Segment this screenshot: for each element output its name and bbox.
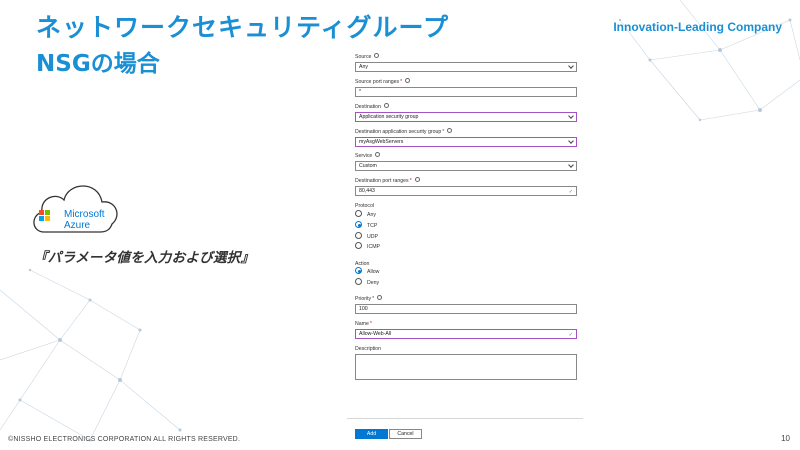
radio-button[interactable]: [355, 278, 362, 286]
name-value: Allow-Web-All: [359, 331, 392, 337]
protocol-label: Protocol: [355, 203, 375, 209]
info-icon[interactable]: [414, 177, 420, 183]
protocol-option-label: ICMP: [367, 244, 380, 250]
name-label: Name: [355, 321, 369, 327]
protocol-option-label: TCP: [367, 223, 378, 229]
service-dropdown[interactable]: Custom: [355, 161, 577, 171]
chevron-down-icon: [568, 63, 574, 69]
destination-port-ranges-field: Destination port ranges* 80,443 ✓: [355, 177, 577, 196]
source-dropdown[interactable]: Any: [355, 62, 577, 72]
azure-cloud-logo: Microsoft Azure: [26, 170, 126, 250]
destination-port-ranges-label: Destination port ranges: [355, 178, 409, 184]
radio-button-selected[interactable]: [355, 221, 362, 229]
chevron-down-icon: [568, 113, 574, 119]
destination-label: Destination: [355, 104, 381, 110]
info-icon[interactable]: [447, 128, 453, 134]
source-port-ranges-value: *: [359, 89, 362, 95]
chevron-down-icon: [568, 162, 574, 168]
radio-button[interactable]: [355, 210, 362, 218]
cancel-button[interactable]: Cancel: [389, 429, 422, 439]
slide-title-line-2: NSGの場合: [36, 51, 160, 77]
protocol-option-udp[interactable]: UDP: [355, 232, 378, 242]
protocol-option-label: Any: [367, 212, 376, 218]
chevron-down-icon: [568, 138, 574, 144]
slide-title-line-1: ネットワークセキュリティグループ: [36, 13, 450, 42]
priority-field: Priority* 100: [355, 295, 577, 314]
required-marker: *: [442, 129, 445, 135]
source-port-ranges-field: Source port ranges* *: [355, 78, 577, 97]
destination-asg-value: myAsgWebServers: [359, 139, 404, 145]
checkmark-icon: ✓: [568, 332, 573, 338]
required-marker: *: [369, 321, 372, 327]
company-tagline: Innovation-Leading Company: [613, 20, 782, 34]
priority-label: Priority: [355, 296, 372, 302]
destination-dropdown[interactable]: Application security group: [355, 112, 577, 122]
destination-asg-dropdown[interactable]: myAsgWebServers: [355, 137, 577, 147]
name-input[interactable]: Allow-Web-All ✓: [355, 329, 577, 339]
copyright-footer: ©NISSHO ELECTRONICS CORPORATION ALL RIGH…: [8, 436, 241, 443]
protocol-field: Protocol: [355, 203, 577, 210]
source-port-ranges-input[interactable]: *: [355, 87, 577, 97]
required-marker: *: [400, 79, 403, 85]
protocol-option-icmp[interactable]: ICMP: [355, 242, 380, 252]
info-icon[interactable]: [405, 78, 411, 84]
source-field: Source Any: [355, 53, 577, 72]
destination-asg-label: Destination application security group: [355, 129, 442, 135]
source-value: Any: [359, 64, 368, 70]
source-port-ranges-label: Source port ranges: [355, 79, 400, 85]
service-label: Service: [355, 153, 373, 159]
required-marker: *: [372, 296, 375, 302]
action-option-label: Allow: [367, 269, 380, 275]
description-field: Description: [355, 346, 577, 380]
protocol-option-any[interactable]: Any: [355, 210, 376, 220]
form-footer-divider: [347, 418, 583, 419]
info-icon[interactable]: [375, 152, 381, 158]
action-label: Action: [355, 261, 370, 267]
action-option-deny[interactable]: Deny: [355, 278, 380, 288]
action-field: Action: [355, 261, 577, 268]
priority-input[interactable]: 100: [355, 304, 577, 314]
info-icon[interactable]: [374, 53, 380, 59]
destination-field: Destination Application security group: [355, 103, 577, 122]
service-value: Custom: [359, 163, 377, 169]
source-label: Source: [355, 54, 372, 60]
radio-button[interactable]: [355, 242, 362, 250]
protocol-option-label: UDP: [367, 234, 378, 240]
checkmark-icon: ✓: [568, 189, 573, 195]
caption-text: 『パラメータ値を入力および選択』: [34, 250, 255, 266]
action-option-label: Deny: [367, 280, 380, 286]
description-label: Description: [355, 346, 381, 352]
destination-port-ranges-value: 80,443: [359, 188, 375, 194]
destination-asg-field: Destination application security group* …: [355, 128, 577, 147]
nsg-rule-form: Source Any Source port ranges* * Destina…: [347, 52, 583, 446]
action-option-allow[interactable]: Allow: [355, 267, 380, 277]
radio-button-selected[interactable]: [355, 267, 362, 275]
name-field: Name* Allow-Web-All ✓: [355, 321, 577, 339]
description-textarea[interactable]: [355, 354, 577, 380]
page-number: 10: [781, 434, 790, 443]
destination-port-ranges-input[interactable]: 80,443 ✓: [355, 186, 577, 196]
destination-value: Application security group: [359, 114, 419, 120]
azure-logo-line-2: Azure: [64, 220, 91, 231]
add-button[interactable]: Add: [355, 429, 388, 439]
info-icon[interactable]: [377, 295, 383, 301]
info-icon[interactable]: [383, 103, 389, 109]
cloud-icon: Microsoft Azure: [33, 185, 118, 233]
service-field: Service Custom: [355, 152, 577, 171]
required-marker: *: [409, 178, 412, 184]
radio-button[interactable]: [355, 232, 362, 240]
azure-logo-line-1: Microsoft: [64, 209, 105, 220]
priority-value: 100: [359, 306, 368, 312]
protocol-option-tcp[interactable]: TCP: [355, 221, 378, 231]
